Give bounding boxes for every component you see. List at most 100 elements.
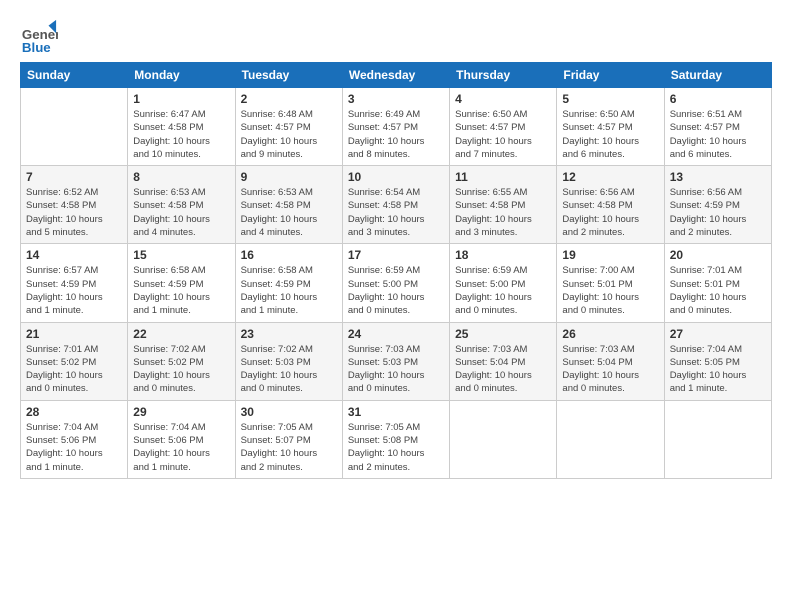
calendar-cell: 25Sunrise: 7:03 AMSunset: 5:04 PMDayligh…	[450, 322, 557, 400]
calendar-table: SundayMondayTuesdayWednesdayThursdayFrid…	[20, 62, 772, 479]
day-number: 28	[26, 405, 122, 419]
calendar-cell: 27 Sunrise: 7:04 AMSunset: 5:05 PMDayligh…	[664, 322, 771, 400]
weekday-header-sunday: Sunday	[21, 63, 128, 88]
day-number: 24	[348, 327, 444, 341]
calendar-week-4: 21Sunrise: 7:01 AMSunset: 5:02 PMDayligh…	[21, 322, 772, 400]
day-number: 6	[670, 92, 766, 106]
weekday-header-tuesday: Tuesday	[235, 63, 342, 88]
calendar-cell: 23 Sunrise: 7:02 AMSunset: 5:03 PMDayligh…	[235, 322, 342, 400]
day-info: Sunrise: 7:01 AMSunset: 5:01 PMDaylight:…	[670, 264, 766, 317]
day-number: 7	[26, 170, 122, 184]
calendar-cell: 5 Sunrise: 6:50 AMSunset: 4:57 PMDaylight…	[557, 88, 664, 166]
weekday-header-thursday: Thursday	[450, 63, 557, 88]
day-number: 19	[562, 248, 658, 262]
day-info: Sunrise: 6:50 AMSunset: 4:57 PMDaylight:…	[562, 108, 658, 161]
day-number: 27	[670, 327, 766, 341]
day-number: 20	[670, 248, 766, 262]
calendar-cell: 29 Sunrise: 7:04 AMSunset: 5:06 PMDayligh…	[128, 400, 235, 478]
calendar-header: SundayMondayTuesdayWednesdayThursdayFrid…	[21, 63, 772, 88]
calendar-cell: 11 Sunrise: 6:55 AMSunset: 4:58 PMDayligh…	[450, 166, 557, 244]
svg-text:Blue: Blue	[22, 40, 51, 55]
day-info: Sunrise: 6:59 AMSunset: 5:00 PMDaylight:…	[455, 264, 551, 317]
calendar-cell: 1Sunrise: 6:47 AMSunset: 4:58 PMDaylight…	[128, 88, 235, 166]
calendar-cell: 15 Sunrise: 6:58 AMSunset: 4:59 PMDayligh…	[128, 244, 235, 322]
day-number: 10	[348, 170, 444, 184]
day-number: 2	[241, 92, 337, 106]
day-number: 26	[562, 327, 658, 341]
day-info: Sunrise: 7:00 AMSunset: 5:01 PMDaylight:…	[562, 264, 658, 317]
day-info: Sunrise: 6:58 AMSunset: 4:59 PMDaylight:…	[133, 264, 229, 317]
weekday-header-saturday: Saturday	[664, 63, 771, 88]
day-info: Sunrise: 7:04 AMSunset: 5:06 PMDaylight:…	[26, 421, 122, 474]
calendar-cell: 9Sunrise: 6:53 AMSunset: 4:58 PMDaylight…	[235, 166, 342, 244]
day-number: 8	[133, 170, 229, 184]
day-info: Sunrise: 7:04 AMSunset: 5:05 PMDaylight:…	[670, 343, 766, 396]
calendar-cell: 6 Sunrise: 6:51 AMSunset: 4:57 PMDaylight…	[664, 88, 771, 166]
day-number: 15	[133, 248, 229, 262]
calendar-cell: 16 Sunrise: 6:58 AMSunset: 4:59 PMDayligh…	[235, 244, 342, 322]
day-info: Sunrise: 6:50 AMSunset: 4:57 PMDaylight:…	[455, 108, 551, 161]
calendar-cell: 30 Sunrise: 7:05 AMSunset: 5:07 PMDayligh…	[235, 400, 342, 478]
day-number: 11	[455, 170, 551, 184]
calendar-cell	[557, 400, 664, 478]
calendar-week-5: 28 Sunrise: 7:04 AMSunset: 5:06 PMDayligh…	[21, 400, 772, 478]
calendar-cell: 28 Sunrise: 7:04 AMSunset: 5:06 PMDayligh…	[21, 400, 128, 478]
calendar-cell: 22Sunrise: 7:02 AMSunset: 5:02 PMDayligh…	[128, 322, 235, 400]
day-info: Sunrise: 6:53 AMSunset: 4:58 PMDaylight:…	[133, 186, 229, 239]
day-info: Sunrise: 6:57 AMSunset: 4:59 PMDaylight:…	[26, 264, 122, 317]
day-info: Sunrise: 6:52 AMSunset: 4:58 PMDaylight:…	[26, 186, 122, 239]
weekday-header-row: SundayMondayTuesdayWednesdayThursdayFrid…	[21, 63, 772, 88]
day-info: Sunrise: 7:04 AMSunset: 5:06 PMDaylight:…	[133, 421, 229, 474]
day-info: Sunrise: 6:55 AMSunset: 4:58 PMDaylight:…	[455, 186, 551, 239]
logo-icon: General Blue	[20, 18, 58, 56]
weekday-header-wednesday: Wednesday	[342, 63, 449, 88]
day-info: Sunrise: 6:59 AMSunset: 5:00 PMDaylight:…	[348, 264, 444, 317]
calendar-cell: 13 Sunrise: 6:56 AMSunset: 4:59 PMDayligh…	[664, 166, 771, 244]
day-number: 23	[241, 327, 337, 341]
day-number: 5	[562, 92, 658, 106]
day-info: Sunrise: 7:02 AMSunset: 5:03 PMDaylight:…	[241, 343, 337, 396]
calendar-cell: 8 Sunrise: 6:53 AMSunset: 4:58 PMDaylight…	[128, 166, 235, 244]
day-number: 3	[348, 92, 444, 106]
day-info: Sunrise: 6:56 AMSunset: 4:59 PMDaylight:…	[670, 186, 766, 239]
weekday-header-friday: Friday	[557, 63, 664, 88]
day-info: Sunrise: 6:58 AMSunset: 4:59 PMDaylight:…	[241, 264, 337, 317]
day-number: 1	[133, 92, 229, 106]
page: General Blue SundayMondayTuesdayWednesda…	[0, 0, 792, 612]
weekday-header-monday: Monday	[128, 63, 235, 88]
day-info: Sunrise: 6:56 AMSunset: 4:58 PMDaylight:…	[562, 186, 658, 239]
calendar-cell	[664, 400, 771, 478]
day-info: Sunrise: 7:03 AMSunset: 5:04 PMDaylight:…	[455, 343, 551, 396]
day-info: Sunrise: 6:51 AMSunset: 4:57 PMDaylight:…	[670, 108, 766, 161]
calendar-week-2: 7 Sunrise: 6:52 AMSunset: 4:58 PMDaylight…	[21, 166, 772, 244]
day-number: 18	[455, 248, 551, 262]
day-info: Sunrise: 7:03 AMSunset: 5:03 PMDaylight:…	[348, 343, 444, 396]
day-number: 21	[26, 327, 122, 341]
calendar-cell: 19 Sunrise: 7:00 AMSunset: 5:01 PMDayligh…	[557, 244, 664, 322]
day-number: 29	[133, 405, 229, 419]
day-number: 17	[348, 248, 444, 262]
day-number: 16	[241, 248, 337, 262]
calendar-body: 1Sunrise: 6:47 AMSunset: 4:58 PMDaylight…	[21, 88, 772, 479]
day-number: 12	[562, 170, 658, 184]
calendar-cell: 17 Sunrise: 6:59 AMSunset: 5:00 PMDayligh…	[342, 244, 449, 322]
calendar-cell: 26 Sunrise: 7:03 AMSunset: 5:04 PMDayligh…	[557, 322, 664, 400]
day-info: Sunrise: 7:05 AMSunset: 5:07 PMDaylight:…	[241, 421, 337, 474]
day-number: 4	[455, 92, 551, 106]
day-number: 13	[670, 170, 766, 184]
calendar-cell: 18 Sunrise: 6:59 AMSunset: 5:00 PMDayligh…	[450, 244, 557, 322]
header-area: General Blue	[20, 18, 772, 56]
calendar-cell: 4 Sunrise: 6:50 AMSunset: 4:57 PMDaylight…	[450, 88, 557, 166]
day-number: 31	[348, 405, 444, 419]
day-info: Sunrise: 7:03 AMSunset: 5:04 PMDaylight:…	[562, 343, 658, 396]
day-number: 14	[26, 248, 122, 262]
day-info: Sunrise: 6:53 AMSunset: 4:58 PMDaylight:…	[241, 186, 337, 239]
day-info: Sunrise: 6:49 AMSunset: 4:57 PMDaylight:…	[348, 108, 444, 161]
calendar-cell	[21, 88, 128, 166]
day-number: 30	[241, 405, 337, 419]
logo: General Blue	[20, 18, 62, 56]
calendar-cell: 12 Sunrise: 6:56 AMSunset: 4:58 PMDayligh…	[557, 166, 664, 244]
calendar-cell: 14 Sunrise: 6:57 AMSunset: 4:59 PMDayligh…	[21, 244, 128, 322]
calendar-cell: 21Sunrise: 7:01 AMSunset: 5:02 PMDayligh…	[21, 322, 128, 400]
day-info: Sunrise: 7:02 AMSunset: 5:02 PMDaylight:…	[133, 343, 229, 396]
